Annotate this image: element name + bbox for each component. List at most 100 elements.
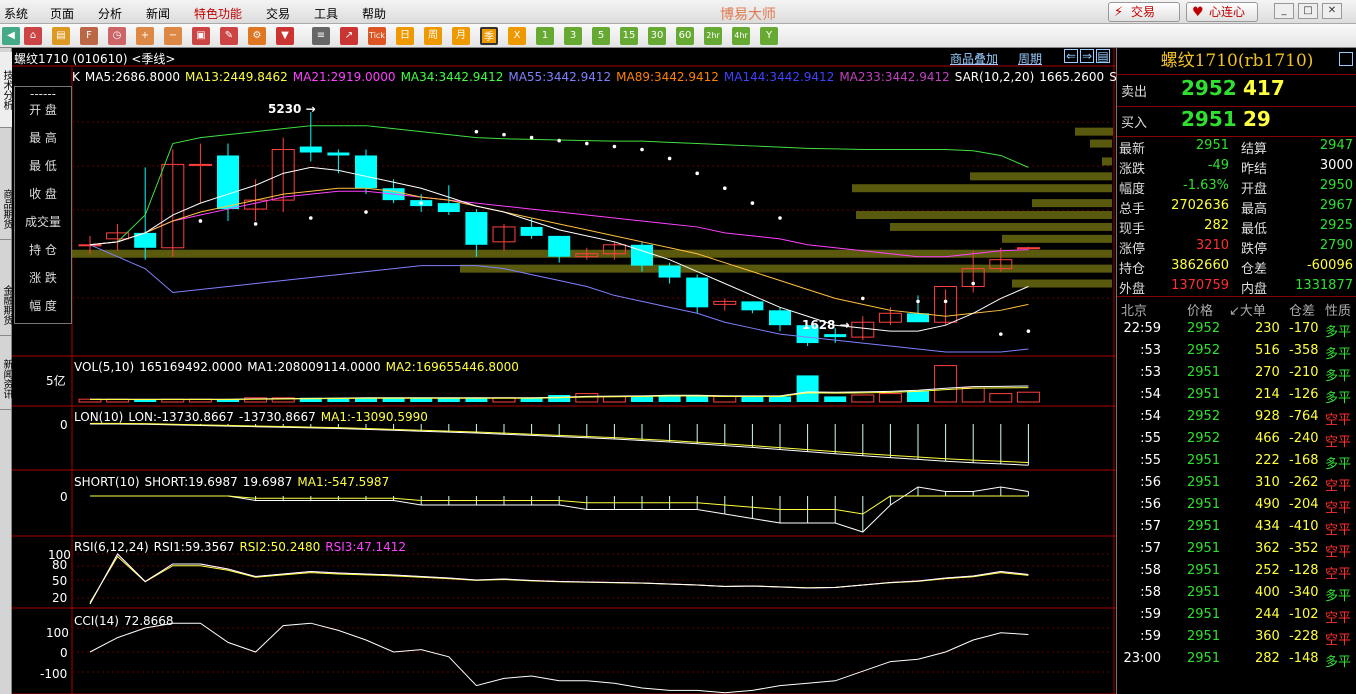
tick-row[interactable]: :55 2951 222 -168 多平 <box>1117 450 1356 472</box>
rsi_line-item: RSI1:59.3567 <box>153 540 235 554</box>
tick-cell-v: 434 <box>1255 519 1280 534</box>
tick-row[interactable]: :58 2951 252 -128 空平 <box>1117 560 1356 582</box>
tick-row[interactable]: :53 2951 270 -210 多平 <box>1117 362 1356 384</box>
volume-profile-bar <box>1075 127 1113 136</box>
field-value: 2950 <box>1319 178 1353 193</box>
field-value: 282 <box>1204 218 1229 233</box>
tick-cell-p: 2952 <box>1187 343 1221 358</box>
tick-row[interactable]: :54 2952 928 -764 空平 <box>1117 406 1356 428</box>
tick-cell-t: 23:00 <box>1123 651 1161 666</box>
rsi-axis-80: 80 <box>52 558 68 572</box>
panel-toggle-icon[interactable] <box>1339 52 1353 66</box>
tick-row[interactable]: :56 2951 490 -204 空平 <box>1117 494 1356 516</box>
tick-cell-p: 2951 <box>1187 475 1221 490</box>
volume-bar <box>1016 391 1040 403</box>
tick-cell-p: 2951 <box>1187 365 1221 380</box>
tick-cell-d: -352 <box>1289 541 1319 556</box>
tick-cell-p: 2952 <box>1187 431 1221 446</box>
tick-row[interactable]: :57 2951 362 -352 空平 <box>1117 538 1356 560</box>
short-line <box>90 486 1029 533</box>
ma-indicator-line: K MA5:2686.8000 MA13:2449.8462 MA21:2919.00… <box>72 70 1192 84</box>
candle-body <box>548 235 571 257</box>
sar-dot <box>999 332 1003 336</box>
tick-row[interactable]: :58 2951 400 -340 多平 <box>1117 582 1356 604</box>
close-button[interactable]: ✕ <box>1322 3 1342 19</box>
tick-row[interactable]: :54 2951 214 -126 多平 <box>1117 384 1356 406</box>
header-time: 北京 <box>1121 304 1148 319</box>
tick-row[interactable]: :56 2951 310 -262 空平 <box>1117 472 1356 494</box>
lon_line-item: -13730.8667 <box>238 410 316 424</box>
tick-row[interactable]: 23:00 2951 282 -148 多平 <box>1117 648 1356 670</box>
field-value: 2951 <box>1195 138 1229 153</box>
tick-row[interactable]: :57 2951 434 -410 空平 <box>1117 516 1356 538</box>
volume-profile-bar <box>1090 139 1112 148</box>
volume-bar <box>548 395 571 402</box>
rsi-axis-50: 50 <box>52 574 68 588</box>
field-value: -49 <box>1207 158 1229 173</box>
volume-profile-bar <box>1032 199 1112 208</box>
candle-body <box>188 163 212 166</box>
tick-row[interactable]: 22:59 2952 230 -170 多平 <box>1117 318 1356 340</box>
ma_line-item: MA144:3442.9412 <box>723 70 835 84</box>
tick-cell-p: 2951 <box>1187 497 1221 512</box>
info-percent: 幅 度 <box>29 299 57 313</box>
volume-bar <box>824 396 847 402</box>
volume-profile-bar <box>890 222 1112 231</box>
candle-body <box>907 313 929 323</box>
field-label: 最高 <box>1241 202 1268 217</box>
short-axis-label: 0 <box>60 490 68 504</box>
tick-cell-v: 282 <box>1255 651 1280 666</box>
tick-cell-n: 空平 <box>1325 545 1352 560</box>
tick-cell-n: 多平 <box>1325 457 1352 472</box>
volume-bar <box>575 393 599 403</box>
field-label: 内盘 <box>1241 282 1268 297</box>
volume-profile-bar <box>1102 157 1112 166</box>
info-low: 最 低 <box>29 159 57 173</box>
candle-body <box>465 212 488 245</box>
cci_line-item: 72.8668 <box>123 614 174 628</box>
tick-cell-d: -148 <box>1289 651 1319 666</box>
tick-row[interactable]: :59 2951 244 -102 空平 <box>1117 604 1356 626</box>
field-value: 2790 <box>1319 238 1353 253</box>
field-label: 持仓 <box>1119 262 1146 277</box>
sar-dot <box>502 132 506 137</box>
sar-dot <box>971 281 975 286</box>
info-change: 涨 跌 <box>29 271 57 285</box>
candle-body <box>520 226 543 236</box>
rsi_line-item: RSI2:50.2480 <box>239 540 321 554</box>
header-big-order: ↙大单 <box>1229 304 1266 319</box>
restore-button[interactable]: □ <box>1298 3 1318 19</box>
tick-cell-t: :55 <box>1140 453 1161 468</box>
tick-cell-n: 多平 <box>1325 589 1352 604</box>
tick-cell-t: :54 <box>1140 409 1161 424</box>
tick-row[interactable]: :59 2951 360 -228 空平 <box>1117 626 1356 648</box>
tick-cell-v: 360 <box>1255 629 1280 644</box>
tick-cell-v: 244 <box>1255 607 1280 622</box>
trade-button[interactable]: ⚡ 交易 <box>1108 2 1180 22</box>
heart-button[interactable]: ♥ 心连心 <box>1186 2 1258 22</box>
tick-row[interactable]: :53 2952 516 -358 多平 <box>1117 340 1356 362</box>
chart-canvas[interactable] <box>0 0 1116 694</box>
tick-cell-v: 230 <box>1255 321 1280 336</box>
cci_line-item: CCI(14) <box>74 614 119 628</box>
tick-row[interactable]: :55 2952 466 -240 空平 <box>1117 428 1356 450</box>
header-nature: 性质 <box>1325 304 1352 319</box>
tick-cell-d: -126 <box>1289 387 1319 402</box>
field-value: 3000 <box>1319 158 1353 173</box>
lon_line-item: LON:-13730.8667 <box>128 410 234 424</box>
field-value: 2947 <box>1319 138 1353 153</box>
tick-cell-p: 2951 <box>1187 453 1221 468</box>
tick-cell-n: 多平 <box>1325 325 1352 340</box>
tick-cell-t: :56 <box>1140 475 1161 490</box>
tick-cell-t: :58 <box>1140 563 1161 578</box>
sar-dot <box>364 210 368 214</box>
ma_line-item: MA5:2686.8000 <box>84 70 181 84</box>
sar-dot <box>198 219 203 223</box>
volume-bar <box>851 394 875 403</box>
tick-cell-n: 空平 <box>1325 479 1352 494</box>
sar-dot <box>474 129 479 134</box>
ma_line-item: SAR(10,2,20) <box>954 70 1035 84</box>
tick-cell-v: 400 <box>1255 585 1280 600</box>
info-open-interest: 持 仓 <box>29 243 57 257</box>
minimize-button[interactable]: _ <box>1274 3 1294 19</box>
